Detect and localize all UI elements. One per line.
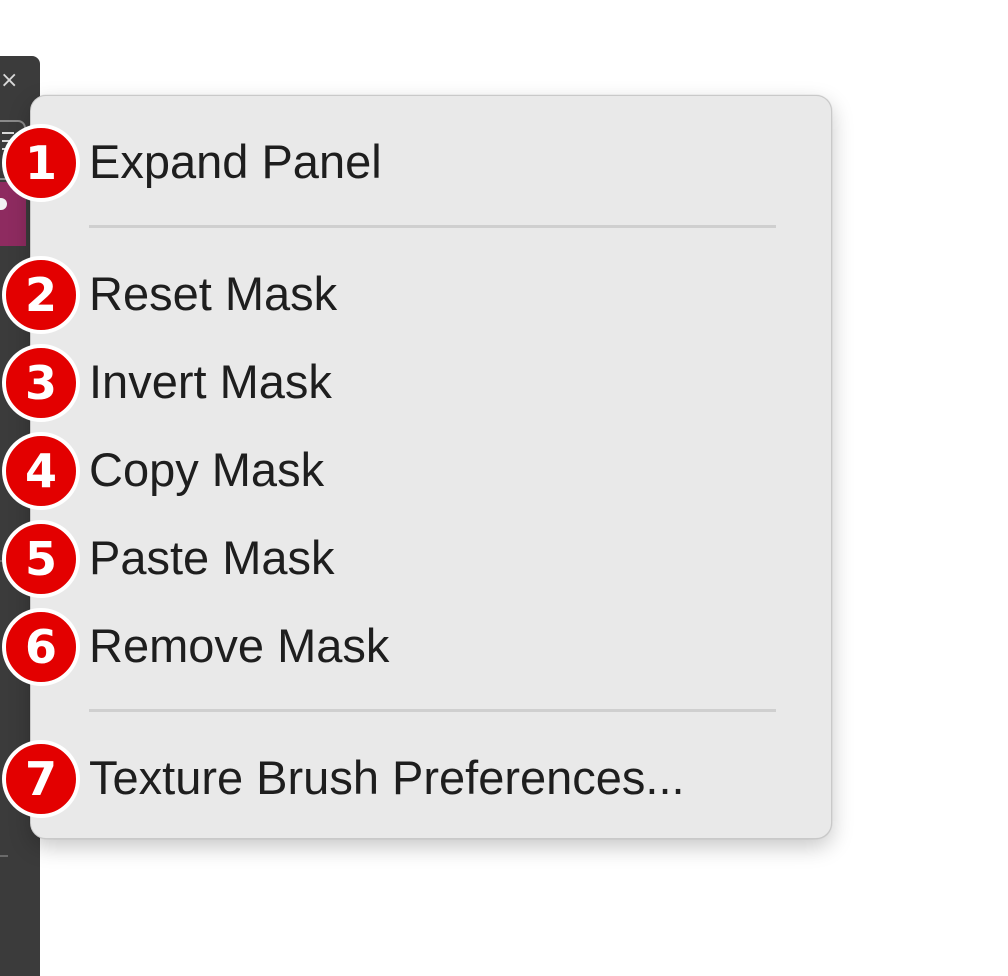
annotation-badge-4: 4 (2, 432, 80, 510)
annotation-badge-1: 1 (2, 124, 80, 202)
menu-item-expand-panel[interactable]: Expand Panel (89, 134, 382, 190)
menu-separator (89, 709, 776, 712)
annotation-badge-3: 3 (2, 344, 80, 422)
annotation-badge-2: 2 (2, 256, 80, 334)
context-menu: Expand Panel Reset Mask Invert Mask Copy… (30, 95, 832, 839)
close-icon[interactable]: × (0, 70, 18, 92)
hamburger-menu-icon (2, 132, 14, 134)
menu-item-remove-mask[interactable]: Remove Mask (89, 618, 389, 674)
annotation-badge-7: 7 (2, 740, 80, 818)
menu-item-copy-mask[interactable]: Copy Mask (89, 442, 324, 498)
menu-item-invert-mask[interactable]: Invert Mask (89, 354, 332, 410)
menu-item-paste-mask[interactable]: Paste Mask (89, 530, 335, 586)
annotation-badge-6: 6 (2, 608, 80, 686)
menu-separator (89, 225, 776, 228)
menu-item-texture-brush-preferences[interactable]: Texture Brush Preferences... (89, 750, 685, 806)
menu-item-reset-mask[interactable]: Reset Mask (89, 266, 337, 322)
panel-divider (0, 855, 8, 857)
annotation-badge-5: 5 (2, 520, 80, 598)
screenshot-stage: × Expand Panel Reset Mask Invert Mask Co… (0, 0, 1008, 976)
